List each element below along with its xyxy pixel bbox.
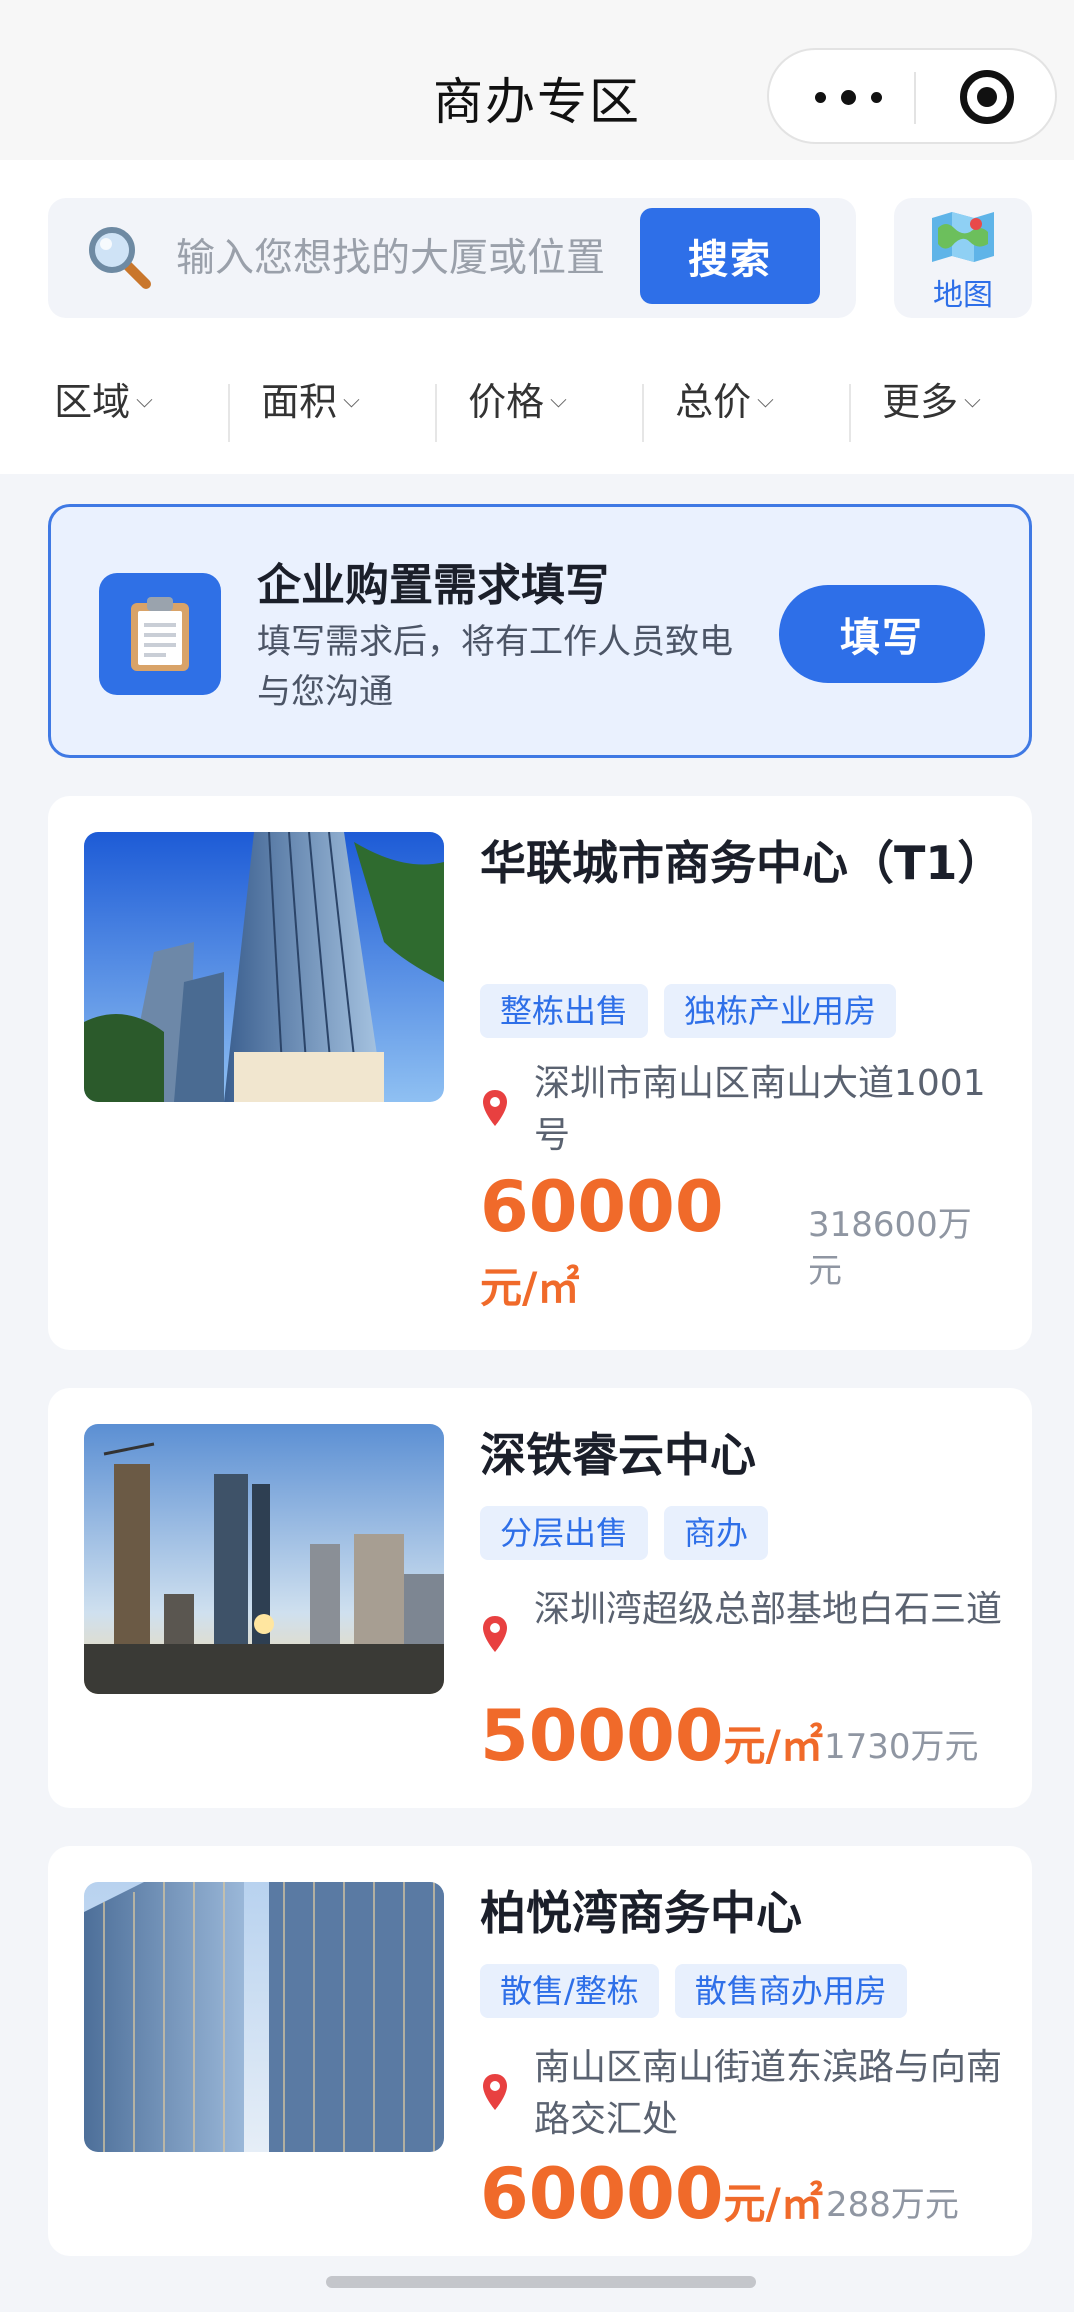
listing-card[interactable]: 柏悦湾商务中心 散售/整栋 散售商办用房 南山区南山街道东滨路与向南路交汇处 6… <box>48 1846 1032 2256</box>
filter-total-price[interactable]: 总价 ⌵ <box>621 348 828 448</box>
listing-card[interactable]: 华联城市商务中心（T1） 整栋出售 独栋产业用房 深圳市南山区南山大道1001号… <box>48 796 1032 1350</box>
filter-area[interactable]: 面积 ⌵ <box>207 348 414 448</box>
map-button[interactable]: 地图 <box>894 198 1032 318</box>
listing-address: 深圳市南山区南山大道1001号 <box>480 1058 1000 1162</box>
chevron-down-icon: ⌵ <box>550 387 567 413</box>
listing-address: 深圳湾超级总部基地白石三道 <box>480 1584 1002 1688</box>
price-value: 60000 <box>480 2153 724 2235</box>
banner-title: 企业购置需求填写 <box>257 560 609 611</box>
search-button[interactable]: 搜索 <box>640 208 820 304</box>
location-pin-icon <box>483 1616 507 1652</box>
filter-divider <box>642 384 644 442</box>
price-value: 60000 <box>480 1166 724 1248</box>
filter-label: 总价 <box>675 379 752 424</box>
filter-label: 面积 <box>261 379 338 424</box>
filter-label: 价格 <box>468 379 545 424</box>
search-box: 搜索 <box>48 198 856 318</box>
price-value: 50000 <box>480 1695 724 1777</box>
unit-price: 60000元/㎡ <box>480 1172 780 1328</box>
fill-in-button[interactable]: 填写 <box>779 585 985 683</box>
close-target-icon[interactable] <box>960 70 1014 124</box>
listing-title: 柏悦湾商务中心 <box>480 1886 802 1940</box>
clipboard-icon <box>99 573 221 695</box>
chevron-down-icon: ⌵ <box>964 387 981 413</box>
tag: 商办 <box>664 1506 769 1560</box>
filter-divider <box>228 384 230 442</box>
unit-price: 60000元/㎡ <box>480 2154 823 2253</box>
address-text: 深圳湾超级总部基地白石三道 <box>534 1589 1003 1630</box>
tag: 散售/整栋 <box>480 1964 659 2018</box>
filter-price[interactable]: 价格 ⌵ <box>414 348 621 448</box>
tag: 独栋产业用房 <box>664 984 897 1038</box>
tag-list: 分层出售 商办 <box>480 1506 769 1560</box>
nav-bar: 商办专区 <box>0 0 1074 160</box>
banner-subtitle: 填写需求后，将有工作人员致电与您沟通 <box>257 622 733 712</box>
listing-title: 深铁睿云中心 <box>480 1428 756 1482</box>
location-pin-icon <box>483 1090 507 1126</box>
filter-label: 区域 <box>54 379 131 424</box>
tag-list: 散售/整栋 散售商办用房 <box>480 1964 907 2018</box>
search-area: 搜索 地图 区域⌵ 面积⌵ 价格⌵ 总价⌵ 更多⌵ <box>0 160 1074 474</box>
listing-address: 南山区南山街道东滨路与向南路交汇处 <box>480 2042 1002 2146</box>
unit-price: 50000元/㎡ <box>480 1696 823 1795</box>
map-icon <box>932 212 994 262</box>
price-unit: 元/㎡ <box>723 2179 823 2228</box>
capsule-divider <box>914 72 916 124</box>
building-photo <box>84 1882 444 2152</box>
chevron-down-icon: ⌵ <box>757 387 774 413</box>
price-unit: 元/㎡ <box>480 1263 580 1312</box>
filter-region[interactable]: 区域 ⌵ <box>0 348 207 448</box>
total-price: 288万元 <box>826 2185 959 2225</box>
chevron-down-icon: ⌵ <box>343 387 360 413</box>
filter-divider <box>435 384 437 442</box>
listing-card[interactable]: 深铁睿云中心 分层出售 商办 深圳湾超级总部基地白石三道 50000元/㎡ 17… <box>48 1388 1032 1808</box>
chevron-down-icon: ⌵ <box>136 387 153 413</box>
location-pin-icon <box>483 2074 507 2110</box>
tag-list: 整栋出售 独栋产业用房 <box>480 984 897 1038</box>
filter-label: 更多 <box>882 379 959 424</box>
total-price: 1730万元 <box>824 1727 979 1767</box>
mini-program-capsule <box>767 48 1057 144</box>
total-price: 318600万元 <box>808 1205 972 1291</box>
filter-more[interactable]: 更多 ⌵ <box>828 348 1035 448</box>
building-photo <box>84 832 444 1102</box>
filter-bar: 区域 ⌵ 面积 ⌵ 价格 ⌵ 总价 ⌵ 更多 ⌵ <box>0 348 1074 448</box>
tag: 整栋出售 <box>480 984 649 1038</box>
map-label: 地图 <box>933 278 993 313</box>
address-text: 深圳市南山区南山大道1001号 <box>534 1063 986 1156</box>
price-unit: 元/㎡ <box>723 1721 823 1770</box>
home-indicator <box>326 2276 756 2288</box>
listing-title: 华联城市商务中心（T1） <box>480 836 1004 890</box>
filter-divider <box>849 384 851 442</box>
purchase-demand-banner: 企业购置需求填写 填写需求后，将有工作人员致电与您沟通 填写 <box>48 504 1032 758</box>
address-text: 南山区南山街道东滨路与向南路交汇处 <box>534 2047 1003 2140</box>
tag: 分层出售 <box>480 1506 649 1560</box>
more-icon[interactable] <box>813 84 893 112</box>
tag: 散售商办用房 <box>674 1964 907 2018</box>
building-photo <box>84 1424 444 1694</box>
search-input[interactable] <box>176 222 668 294</box>
search-icon <box>89 227 151 289</box>
